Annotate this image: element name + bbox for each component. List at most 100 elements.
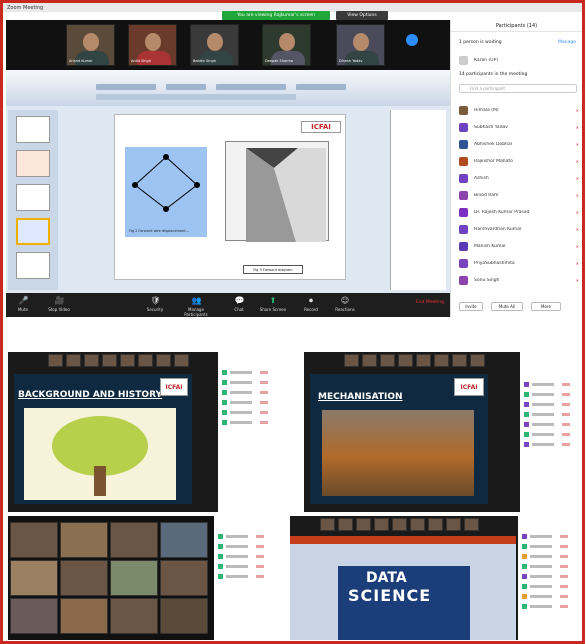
participant-row[interactable]: Ashish ✕ bbox=[459, 172, 579, 184]
end-meeting-button[interactable]: End Meeting bbox=[416, 300, 444, 305]
record-icon: ⏺ bbox=[309, 296, 313, 305]
avatar bbox=[459, 173, 468, 183]
figure-left: Fig 2 Forward wire displacement... bbox=[125, 147, 207, 237]
mute-button[interactable]: 🎤 Mute bbox=[8, 296, 38, 312]
view-options-button[interactable]: View Options bbox=[336, 11, 388, 20]
chat-button[interactable]: 💬 Chat bbox=[224, 296, 254, 312]
mic-muted-icon: ✕ bbox=[575, 175, 579, 181]
smile-icon: ☺ bbox=[340, 296, 350, 305]
avatar bbox=[459, 122, 468, 132]
participants-panel: Participants (14) 1 person is waiting Ma… bbox=[450, 20, 582, 317]
in-meeting-label: 14 participants in the meeting bbox=[459, 72, 528, 77]
participant-row[interactable]: Rajkishor Mahato ✕ bbox=[459, 155, 579, 167]
wire-diagram bbox=[132, 154, 200, 212]
mic-muted-icon: ✕ bbox=[575, 124, 579, 130]
participant-row[interactable]: Binod Ram ✕ bbox=[459, 189, 579, 201]
waiting-label: 1 person is waiting bbox=[459, 40, 502, 45]
slide-title-mechanisation: MECHANISATION bbox=[318, 392, 403, 402]
video-tile[interactable]: Anand Kumar bbox=[66, 24, 115, 66]
chat-icon: 💬 bbox=[234, 296, 245, 305]
mute-all-button[interactable]: Mute All bbox=[491, 302, 523, 311]
screenshot-data-science: DATA SCIENCE bbox=[290, 516, 580, 640]
mic-muted-icon: ✕ bbox=[575, 209, 579, 215]
icfai-logo: ICFAI bbox=[454, 378, 484, 396]
screenshot-mechanisation: MECHANISATION ICFAI bbox=[304, 352, 580, 512]
participants-button[interactable]: 👥 Manage Participants bbox=[176, 296, 216, 317]
mic-muted-icon: ✕ bbox=[575, 107, 579, 113]
people-icon: 👥 bbox=[191, 296, 202, 305]
video-icon: 🎥 bbox=[54, 296, 65, 305]
participant-row[interactable]: PriyaSubhashmita ✕ bbox=[459, 257, 579, 269]
mini-participants bbox=[518, 516, 580, 640]
avatar bbox=[459, 258, 468, 268]
stop-video-button[interactable]: 🎥 Stop Video bbox=[44, 296, 74, 312]
caption-right: Fig 3 Forward diagram bbox=[243, 265, 303, 274]
forward-diagram bbox=[246, 148, 326, 242]
slide-mechanisation: MECHANISATION ICFAI bbox=[310, 374, 488, 504]
slide-title-history: BACKGROUND AND HISTORY bbox=[18, 390, 163, 400]
slide-thumb[interactable] bbox=[16, 218, 50, 245]
avatar bbox=[459, 224, 468, 234]
record-button[interactable]: ⏺ Record bbox=[296, 296, 326, 312]
main-slide: ICFAI Fig 2 Forward wire displacement...… bbox=[114, 114, 346, 280]
mini-participants bbox=[520, 352, 580, 512]
slide-thumbnails bbox=[8, 110, 58, 290]
screenshot-history: BACKGROUND AND HISTORY ICFAI bbox=[8, 352, 288, 512]
participant-row[interactable]: Dr. Rajesh Kumar Prasad ✕ bbox=[459, 206, 579, 218]
participant-search-input[interactable]: Find a participant bbox=[459, 84, 577, 93]
meeting-toolbar: 🎤 Mute 🎥 Stop Video 🛡 Security 👥 Manage Part… bbox=[6, 293, 450, 317]
ppt-ribbon bbox=[6, 70, 450, 106]
participant-row[interactable]: Abhishek Dobhal ✕ bbox=[459, 138, 579, 150]
tree-image bbox=[24, 408, 176, 500]
ppt-side-pane bbox=[390, 110, 446, 290]
mic-muted-icon: ✕ bbox=[575, 141, 579, 147]
shared-screen: ICFAI Fig 2 Forward wire displacement...… bbox=[6, 70, 450, 293]
icfai-logo: ICFAI bbox=[301, 121, 341, 133]
slide-title-data: DATA bbox=[366, 570, 407, 586]
video-tile[interactable]: Ankit Singh bbox=[128, 24, 177, 66]
video-strip: Anand Kumar Ankit Singh Baldev Singh Dee… bbox=[6, 20, 450, 70]
panel-title: Participants (14) bbox=[451, 20, 582, 32]
video-tile[interactable]: Dinesh Yadav bbox=[336, 24, 385, 66]
video-gallery bbox=[10, 522, 210, 640]
manage-link[interactable]: Manage bbox=[558, 40, 576, 45]
mic-muted-icon: ✕ bbox=[575, 277, 579, 283]
security-button[interactable]: 🛡 Security bbox=[140, 296, 170, 312]
next-page-button[interactable] bbox=[406, 34, 418, 46]
more-button[interactable]: More bbox=[531, 302, 561, 311]
share-icon: ⬆ bbox=[269, 296, 277, 305]
mic-muted-icon: ✕ bbox=[575, 243, 579, 249]
participant-row[interactable]: Harshvardhan Kumar ✕ bbox=[459, 223, 579, 235]
invite-button[interactable]: Invite bbox=[459, 302, 483, 311]
figure-right bbox=[225, 141, 329, 242]
participant-row[interactable]: Manish Kumar ✕ bbox=[459, 240, 579, 252]
slide-thumb[interactable] bbox=[16, 184, 50, 211]
mini-participants bbox=[218, 352, 288, 512]
caption-left: Fig 2 Forward wire displacement... bbox=[129, 229, 189, 233]
slide-thumb[interactable] bbox=[16, 116, 50, 143]
mic-muted-icon: ✕ bbox=[575, 158, 579, 164]
share-banner[interactable]: You are viewing Rajkumar's screen bbox=[222, 11, 330, 20]
mic-muted-icon: ✕ bbox=[575, 226, 579, 232]
slide-data-science: DATA SCIENCE bbox=[338, 566, 470, 640]
participant-row[interactable]: Himala (M) ✕ bbox=[459, 104, 579, 116]
avatar bbox=[459, 55, 468, 65]
video-tile[interactable]: Baldev Singh bbox=[190, 24, 239, 66]
video-tile[interactable]: Deepak Sharma bbox=[262, 24, 311, 66]
avatar bbox=[459, 207, 468, 217]
window-title: Zoom Meeting bbox=[7, 4, 44, 11]
reactions-button[interactable]: ☺ Reactions bbox=[330, 296, 360, 312]
participant-row[interactable]: Sonu Singh ✕ bbox=[459, 274, 579, 286]
waiting-user[interactable]: Karan (UP) bbox=[459, 54, 579, 66]
avatar bbox=[459, 241, 468, 251]
shield-icon: 🛡 bbox=[150, 296, 161, 305]
share-screen-button[interactable]: ⬆ Share Screen bbox=[258, 296, 288, 312]
icfai-logo: ICFAI bbox=[160, 378, 188, 396]
mine-photo bbox=[322, 410, 474, 496]
slide-thumb[interactable] bbox=[16, 252, 50, 279]
mic-muted-icon: ✕ bbox=[575, 260, 579, 266]
slide-thumb[interactable] bbox=[16, 150, 50, 177]
slide-history: BACKGROUND AND HISTORY ICFAI bbox=[14, 374, 192, 504]
mic-muted-icon: ✕ bbox=[575, 192, 579, 198]
participant-row[interactable]: Subhash Yadav ✕ bbox=[459, 121, 579, 133]
